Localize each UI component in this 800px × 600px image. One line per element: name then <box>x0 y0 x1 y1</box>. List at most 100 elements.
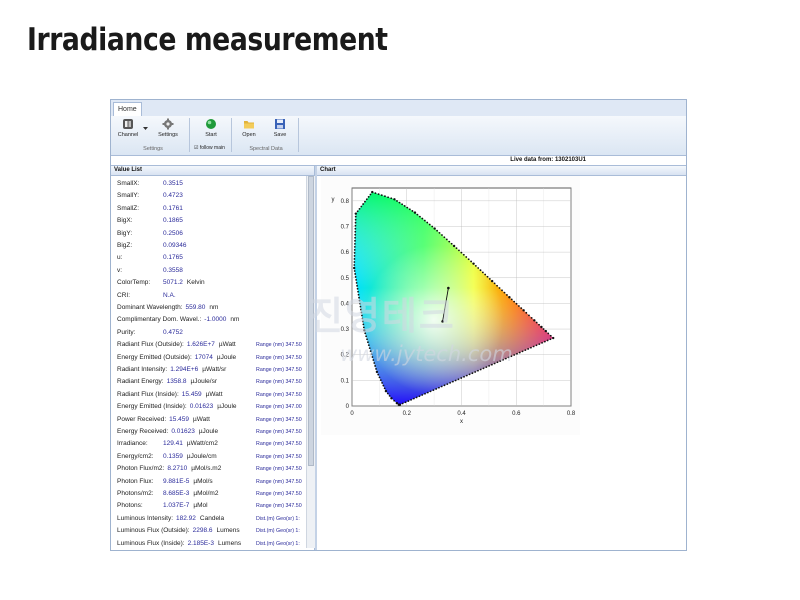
status-bar: Live data from: 1302103U1 <box>111 156 686 166</box>
spectral-locus-dot <box>362 203 365 205</box>
spectral-locus-dot <box>412 397 415 400</box>
spectral-locus-dot <box>462 253 465 256</box>
spectral-locus-dot <box>386 392 389 395</box>
settings-label: Settings <box>158 132 178 138</box>
value-number: 5071.2 <box>163 279 183 287</box>
spectral-locus-dot <box>353 258 356 260</box>
save-button[interactable]: Save <box>265 118 295 138</box>
spectral-locus-dot <box>354 236 357 239</box>
spectral-locus-dot <box>410 398 412 401</box>
value-range: Range (nm) 347.50 <box>256 354 302 361</box>
value-number: 1.294E+6 <box>170 366 199 373</box>
spectral-locus-dot <box>353 252 356 254</box>
value-number: 1358.8 <box>166 378 187 386</box>
live-data-source: Live data from: 1302103U1 <box>510 157 586 163</box>
spectral-locus-dot <box>380 194 383 197</box>
value-unit: nm <box>209 304 219 311</box>
spectral-locus-point <box>393 198 396 201</box>
value-unit: µWatt <box>193 415 210 423</box>
value-unit: Lumens <box>216 527 240 535</box>
value-label: Radiant Energy: <box>117 378 164 386</box>
channel-icon <box>123 119 133 129</box>
spectral-locus-dot <box>470 260 473 263</box>
spectral-locus-dot <box>407 400 410 402</box>
channel-dropdown-icon[interactable] <box>143 127 148 131</box>
settings-button[interactable]: Settings <box>153 118 183 138</box>
value-number: 0.1359 <box>163 452 183 460</box>
value-number: 0.1761 <box>163 204 183 212</box>
spectral-locus-dot <box>467 258 470 261</box>
value-label: Purity: <box>117 328 136 336</box>
start-button[interactable]: Start <box>196 118 226 138</box>
spectral-locus-dot <box>408 208 411 211</box>
open-button[interactable]: Open <box>234 118 264 138</box>
value-unit: Candela <box>199 514 225 522</box>
spectral-locus-dot <box>471 372 474 375</box>
spectral-data-group-label: Spectral Data <box>249 146 283 152</box>
spectral-locus-point <box>508 296 511 299</box>
spectral-locus-dot <box>436 229 439 232</box>
value-list-panel: Value List SmallX: 0.3515 SmallY: 0.4723 Sma… <box>111 166 315 550</box>
spectral-locus-dot <box>426 391 429 394</box>
gear-icon <box>162 118 174 130</box>
spectral-locus-dot <box>428 223 431 226</box>
spectral-locus-dot <box>401 203 404 206</box>
spectral-locus-dot <box>535 344 538 347</box>
spectral-locus-dot <box>381 381 383 384</box>
value-unit: Kelvin <box>186 279 205 287</box>
spectral-locus-dot <box>379 379 382 382</box>
spectral-locus-dot <box>358 207 361 210</box>
tab-home[interactable]: Home <box>113 102 142 117</box>
spectral-locus-dot <box>404 401 407 404</box>
folder-icon <box>244 121 254 129</box>
spectral-locus-dot <box>485 366 488 369</box>
value-label: Energy/cm2: <box>117 452 154 460</box>
value-unit: nm <box>230 316 240 324</box>
value-label: Photons/m2: <box>117 490 154 497</box>
value-unit: µWatt/cm2 <box>186 440 218 448</box>
channel-label: Channel <box>117 132 139 138</box>
spectral-locus-dot <box>549 334 552 337</box>
value-label: Luminous Intensity: <box>117 514 174 522</box>
spectral-locus-dot <box>438 386 440 389</box>
spectral-locus-dot <box>538 343 541 345</box>
spectral-locus-dot <box>355 278 358 281</box>
spectral-locus-dot <box>460 377 463 379</box>
spectral-locus-dot <box>356 210 359 213</box>
value-range: Range (nm) 347.50 <box>256 379 302 386</box>
spectral-locus-dot <box>354 239 356 242</box>
ribbon-separator <box>298 118 299 152</box>
value-number: 0.2506 <box>163 229 183 237</box>
spectral-locus-dot <box>388 395 391 397</box>
spectral-locus-dot <box>520 307 523 310</box>
value-label: CRI: <box>117 291 130 299</box>
spectral-locus-dot <box>435 388 438 390</box>
value-label: Irradiance: <box>117 440 148 448</box>
value-number: 0.4723 <box>163 192 183 200</box>
spectral-locus-dot <box>477 267 480 269</box>
y-tick-label: 0.7 <box>341 224 350 230</box>
spectral-locus-dot <box>377 373 380 376</box>
spectral-locus-dot <box>353 270 356 272</box>
spectral-locus-dot <box>353 248 356 251</box>
floppy-disk-icon <box>275 119 285 129</box>
spectral-locus-point <box>552 336 555 340</box>
value-unit: µJoule <box>217 403 237 411</box>
ribbon-separator <box>231 118 232 152</box>
spectral-locus-dot <box>374 192 377 195</box>
value-label: Radiant Flux (Outside): <box>117 341 184 349</box>
channel-button[interactable]: Channel <box>113 118 143 138</box>
value-label: Energy Emitted (Inside): <box>117 403 187 411</box>
spectral-locus-dot <box>493 282 496 285</box>
value-number: 2298.6 <box>192 527 213 535</box>
follow-main-checkbox[interactable]: ☑ follow main <box>194 145 225 151</box>
spectral-locus-dot <box>513 300 516 303</box>
spectral-locus-dot <box>521 350 524 353</box>
spectral-locus-dot <box>517 305 520 307</box>
spectral-locus-dot <box>354 233 357 236</box>
watermark-url: www.jytech.com <box>340 342 513 366</box>
spectral-locus-dot <box>354 273 357 275</box>
value-list-scrollbar[interactable] <box>306 176 315 548</box>
spectral-locus-dot <box>446 383 449 386</box>
value-label: BigY: <box>117 229 133 237</box>
